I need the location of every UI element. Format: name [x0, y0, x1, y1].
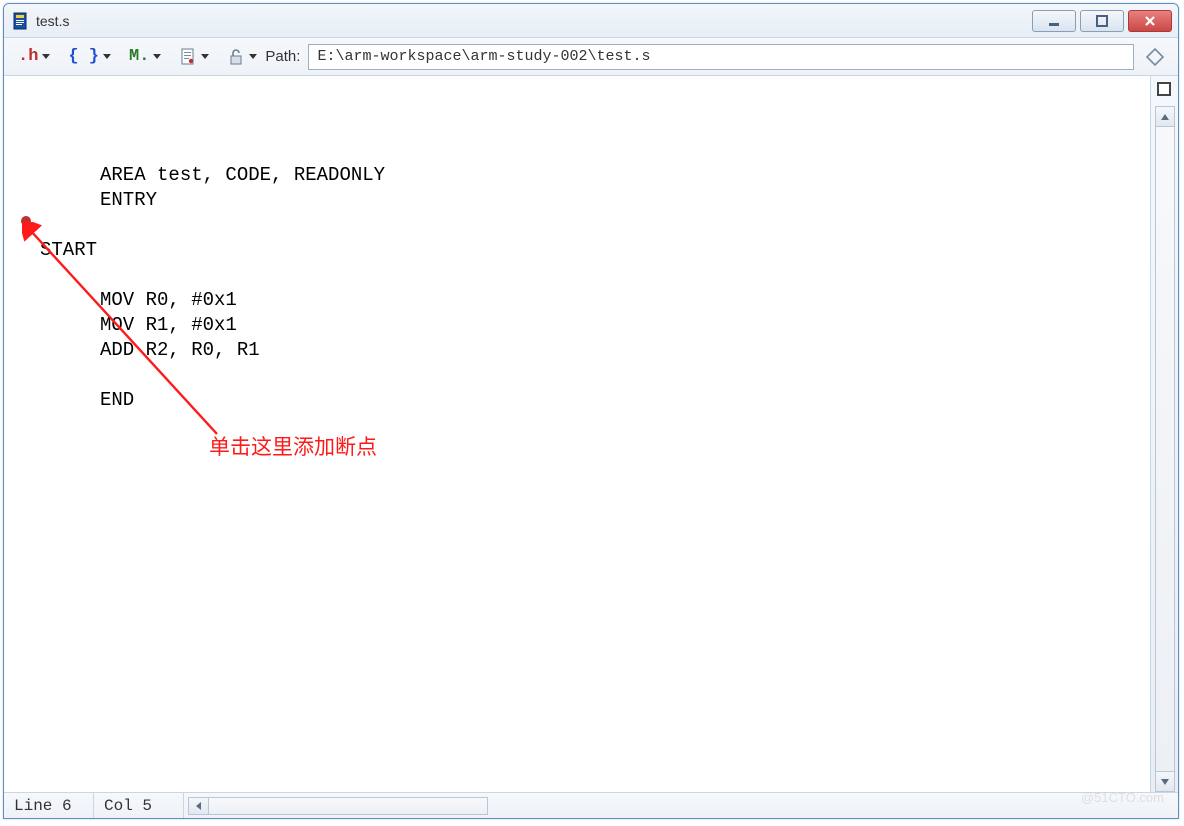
toolbar-braces-dropdown[interactable]: { } [64, 43, 115, 71]
scroll-left-button[interactable] [189, 798, 209, 814]
code-line[interactable]: ADD R2, R0, R1 [40, 338, 1150, 363]
vertical-scrollbar[interactable] [1155, 106, 1175, 792]
code-line[interactable]: MOV R0, #0x1 [40, 288, 1150, 313]
window-controls [1032, 10, 1172, 32]
status-line: Line 6 [4, 793, 94, 818]
toolbar-doc-dropdown[interactable] [175, 43, 213, 71]
code-line[interactable] [40, 363, 1150, 388]
window-title: test.s [36, 13, 1032, 29]
dropdown-arrow-icon [42, 54, 50, 59]
watermark: @51CTO.com [1081, 790, 1164, 805]
path-input[interactable] [308, 44, 1134, 70]
code-line[interactable]: ENTRY [40, 188, 1150, 213]
toolbar-h-dropdown[interactable]: .h [14, 43, 54, 71]
code-line[interactable]: AREA test, CODE, READONLY [40, 163, 1150, 188]
maximize-button[interactable] [1080, 10, 1124, 32]
scroll-down-button[interactable] [1156, 771, 1174, 791]
code-line[interactable]: START [40, 238, 1150, 263]
document-icon [179, 47, 197, 67]
toolbar-m-dropdown[interactable]: M. [125, 43, 165, 71]
editor-window: test.s .h { } M. [3, 3, 1179, 819]
code-line[interactable] [40, 263, 1150, 288]
right-panel [1150, 76, 1178, 792]
horizontal-scrollbar[interactable] [188, 797, 488, 815]
gutter[interactable] [4, 76, 40, 792]
editor-wrap: AREA test, CODE, READONLYENTRY START MOV R… [4, 76, 1178, 792]
dropdown-arrow-icon [103, 54, 111, 59]
breakpoint-marker[interactable] [21, 216, 31, 226]
path-label: Path: [265, 48, 300, 65]
scroll-up-button[interactable] [1156, 107, 1174, 127]
close-button[interactable] [1128, 10, 1172, 32]
bookmark-toggle[interactable] [1157, 82, 1171, 96]
diamond-button[interactable] [1142, 44, 1168, 70]
statusbar: Line 6 Col 5 [4, 792, 1178, 818]
minimize-button[interactable] [1032, 10, 1076, 32]
toolbar: .h { } M. [4, 38, 1178, 76]
code-line[interactable]: MOV R1, #0x1 [40, 313, 1150, 338]
code-line[interactable]: END [40, 388, 1150, 413]
dropdown-arrow-icon [249, 54, 257, 59]
status-col: Col 5 [94, 793, 184, 818]
file-icon [12, 12, 30, 30]
toolbar-lock-dropdown[interactable] [223, 43, 261, 71]
code-area[interactable]: AREA test, CODE, READONLYENTRY START MOV R… [40, 76, 1150, 792]
code-line[interactable] [40, 213, 1150, 238]
unlock-icon [227, 47, 245, 67]
diamond-icon [1145, 47, 1165, 67]
titlebar: test.s [4, 4, 1178, 38]
dropdown-arrow-icon [153, 54, 161, 59]
dropdown-arrow-icon [201, 54, 209, 59]
